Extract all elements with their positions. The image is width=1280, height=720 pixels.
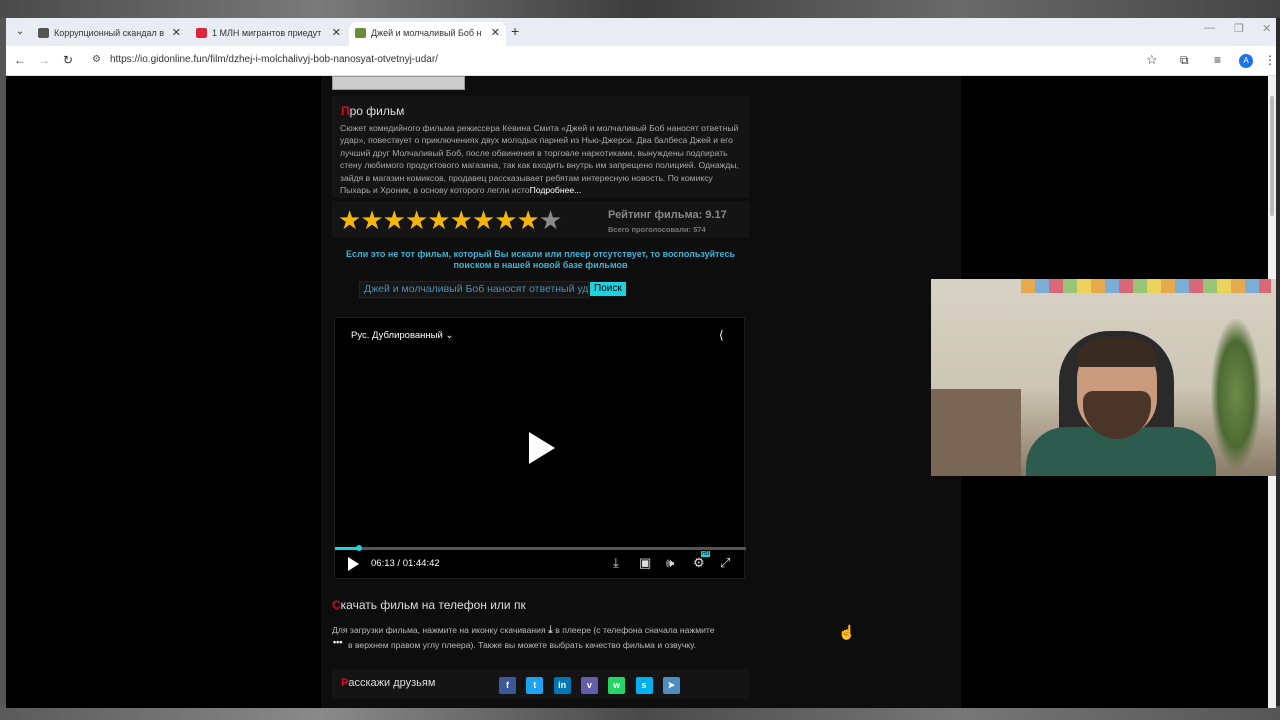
tab-search-icon[interactable]: ⌄ bbox=[12, 24, 28, 40]
about-heading: Про фильм bbox=[341, 104, 405, 118]
rating-star-9[interactable]: ★ bbox=[517, 207, 540, 233]
forward-icon[interactable]: → bbox=[36, 53, 52, 67]
mouse-cursor: ☝ bbox=[838, 624, 856, 640]
telegram-icon[interactable]: ➤ bbox=[662, 677, 680, 694]
big-play-icon[interactable] bbox=[529, 432, 555, 464]
dub-selector[interactable]: Рус. Дублированный ⌄ bbox=[351, 330, 453, 341]
rating-label: Рейтинг фильма: 9.17 bbox=[608, 209, 727, 221]
download-icon[interactable]: ⤓ bbox=[613, 555, 619, 571]
rating-star-2[interactable]: ★ bbox=[360, 207, 383, 233]
navigation-bar: ← → ↻ ⚙ https://io.gidonline.fun/film/dz… bbox=[6, 46, 1276, 76]
menu-icon[interactable]: ⋮ bbox=[1264, 53, 1276, 67]
browser-window: ⌄ Коррупционный скандал в см ✕ 1 МЛН миг… bbox=[6, 18, 1276, 708]
progress-handle[interactable] bbox=[356, 545, 363, 551]
rating-star-7[interactable]: ★ bbox=[472, 207, 495, 233]
search-input[interactable]: Джей и молчаливый Боб наносят ответный у… bbox=[359, 281, 589, 298]
tab-1[interactable]: Коррупционный скандал в см ✕ bbox=[32, 22, 187, 46]
desktop-background-top bbox=[0, 0, 1280, 18]
linkedin-icon[interactable]: in bbox=[553, 677, 571, 694]
reload-icon[interactable]: ↻ bbox=[60, 53, 76, 67]
share-heading: Расскажи друзьям bbox=[341, 677, 436, 689]
poster-image bbox=[332, 76, 465, 90]
rating-star-6[interactable]: ★ bbox=[450, 207, 473, 233]
url-text[interactable]: https://io.gidonline.fun/film/dzhej-i-mo… bbox=[110, 54, 438, 65]
volume-icon[interactable]: 🕪 bbox=[666, 555, 674, 571]
settings-icon[interactable]: ⚙ bbox=[693, 555, 705, 571]
rating-star-4[interactable]: ★ bbox=[405, 207, 428, 233]
close-window-icon[interactable]: ✕ bbox=[1262, 22, 1271, 35]
tab-3-active[interactable]: Джей и молчаливый Боб нанос ✕ bbox=[349, 22, 506, 46]
rating-stars[interactable]: ★★★★★★★★★★ bbox=[338, 207, 562, 235]
progress-bar[interactable] bbox=[335, 547, 746, 550]
close-icon[interactable]: ✕ bbox=[332, 22, 341, 44]
time-display: 06:13 / 01:44:42 bbox=[371, 558, 440, 569]
back-icon[interactable]: ← bbox=[12, 53, 28, 67]
youtube-icon bbox=[196, 28, 207, 38]
film-description: Сюжет комедийного фильма режиссера Кевин… bbox=[340, 123, 739, 196]
site-info-icon[interactable]: ⚙ bbox=[92, 54, 101, 65]
plant-image bbox=[1211, 319, 1261, 469]
scrollbar-thumb[interactable] bbox=[1270, 96, 1274, 216]
desktop-background-bottom bbox=[0, 706, 1280, 720]
tab-title: Коррупционный скандал в см bbox=[54, 28, 164, 38]
bookmark-star-icon[interactable]: ☆ bbox=[1146, 52, 1158, 68]
fullscreen-icon[interactable]: ⤢ bbox=[720, 555, 730, 571]
close-icon[interactable]: ✕ bbox=[491, 22, 500, 44]
restore-icon[interactable]: ❐ bbox=[1234, 22, 1244, 35]
rating-votes: Всего проголосовали: 574 bbox=[608, 225, 706, 234]
extensions-icon[interactable]: ⧉ bbox=[1180, 53, 1189, 68]
rating-star-1[interactable]: ★ bbox=[338, 207, 361, 233]
twitter-icon[interactable]: t bbox=[526, 677, 544, 694]
tab-2[interactable]: 1 МЛН мигрантов приедут в ✕ bbox=[190, 22, 347, 46]
person-hair bbox=[1077, 337, 1157, 367]
new-tab-icon[interactable]: + bbox=[511, 23, 519, 39]
play-icon[interactable] bbox=[348, 557, 359, 571]
quality-badge: HD bbox=[701, 551, 711, 557]
bunting-decoration bbox=[1021, 279, 1271, 293]
main-content: Про фильм Сюжет комедийного фильма режис… bbox=[321, 76, 961, 708]
share-icon[interactable]: ⟨ bbox=[719, 328, 724, 342]
read-more-link[interactable]: Подробнее... bbox=[530, 185, 582, 195]
background-shelf bbox=[931, 389, 1021, 476]
download-instructions: Для загрузки фильма, нажмите на иконку с… bbox=[332, 624, 715, 650]
pip-icon[interactable]: ▣ bbox=[639, 555, 651, 571]
webcam-overlay bbox=[931, 279, 1276, 476]
rating-star-5[interactable]: ★ bbox=[427, 207, 450, 233]
viber-icon[interactable]: v bbox=[580, 677, 598, 694]
whatsapp-icon[interactable]: w bbox=[608, 677, 626, 694]
site-favicon bbox=[355, 28, 366, 38]
rating-star-10[interactable]: ★ bbox=[539, 207, 562, 233]
tab-favicon bbox=[38, 28, 49, 38]
search-button[interactable]: Поиск bbox=[590, 282, 626, 296]
tab-bar: ⌄ Коррупционный скандал в см ✕ 1 МЛН миг… bbox=[6, 18, 1276, 46]
more-dots-icon: ••• bbox=[333, 637, 343, 647]
share-section: Расскажи друзьям f t in v w s ➤ bbox=[332, 669, 749, 699]
screen-frame: ⌄ Коррупционный скандал в см ✕ 1 МЛН миг… bbox=[0, 0, 1280, 720]
media-control-icon[interactable]: ≡ bbox=[1214, 53, 1221, 67]
address-bar[interactable]: ⚙ https://io.gidonline.fun/film/dzhej-i-… bbox=[86, 50, 1166, 72]
skype-icon[interactable]: s bbox=[635, 677, 653, 694]
download-heading: Скачать фильм на телефон или пк bbox=[332, 598, 526, 612]
rating-star-8[interactable]: ★ bbox=[494, 207, 517, 233]
video-player[interactable]: Рус. Дублированный ⌄ ⟨ 06:13 / 01:44:42 … bbox=[334, 317, 746, 579]
facebook-icon[interactable]: f bbox=[499, 677, 516, 694]
rating-star-3[interactable]: ★ bbox=[383, 207, 406, 233]
close-icon[interactable]: ✕ bbox=[172, 22, 181, 44]
tab-title: 1 МЛН мигрантов приедут в bbox=[212, 28, 322, 38]
search-notice: Если это не тот фильм, который Вы искали… bbox=[346, 249, 735, 270]
download-icon: ⤓ bbox=[548, 624, 553, 636]
profile-avatar[interactable]: A bbox=[1239, 54, 1253, 68]
chevron-down-icon: ⌄ bbox=[445, 330, 454, 341]
tab-title: Джей и молчаливый Боб нанос bbox=[371, 28, 481, 38]
minimize-icon[interactable]: — bbox=[1204, 22, 1215, 34]
